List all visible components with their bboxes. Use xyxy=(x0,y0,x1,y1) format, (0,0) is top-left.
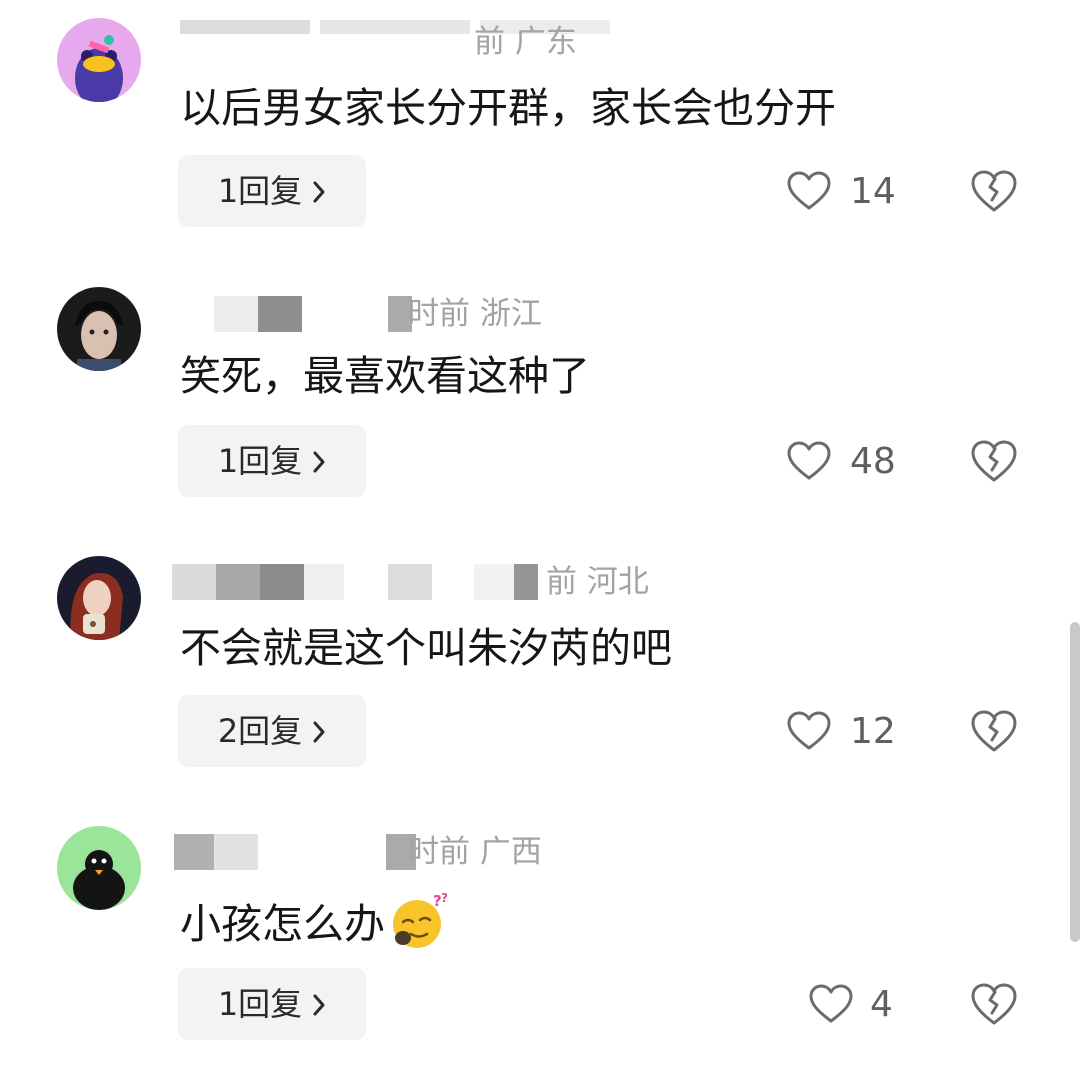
reply-label: 2回复 xyxy=(217,712,303,750)
heart-icon xyxy=(786,710,832,756)
reply-label: 1回复 xyxy=(217,172,303,210)
like-button[interactable]: 14 xyxy=(786,162,906,222)
comment-meta: 前 河北 xyxy=(172,560,700,604)
avatar[interactable] xyxy=(57,826,141,910)
reply-button[interactable]: 1回复 xyxy=(178,425,366,497)
comment-text: 以后男女家长分开群，家长会也分开 xyxy=(180,84,836,132)
comment-text: 不会就是这个叫朱汐芮的吧 xyxy=(180,624,672,672)
comment-text-content: 小孩怎么办 xyxy=(180,900,385,948)
comment-text: 小孩怎么办 ? ? xyxy=(180,890,453,948)
broken-heart-icon[interactable] xyxy=(970,168,1018,214)
chevron-right-icon xyxy=(312,970,326,1042)
redacted-username xyxy=(214,296,258,332)
avatar[interactable] xyxy=(57,18,141,102)
comment-item: 时前 广西 小孩怎么办 ? ? 1回复 4 xyxy=(0,810,1080,1080)
like-count: 14 xyxy=(850,171,896,212)
comment-time-location: 前 河北 xyxy=(546,564,649,600)
reply-button[interactable]: 1回复 xyxy=(178,968,366,1040)
redacted-username xyxy=(320,20,470,34)
comment-item: 前 广东 以后男女家长分开群，家长会也分开 1回复 14 xyxy=(0,0,1080,270)
sleepy-face-emoji: ? ? xyxy=(389,890,453,964)
comment-item: 时前 浙江 笑死，最喜欢看这种了 1回复 48 xyxy=(0,270,1080,540)
redacted-username xyxy=(258,296,302,332)
redacted-username xyxy=(174,834,214,870)
heart-icon xyxy=(786,170,832,216)
like-count: 4 xyxy=(870,984,893,1025)
like-button[interactable]: 12 xyxy=(786,702,906,762)
chevron-right-icon xyxy=(312,697,326,769)
broken-heart-icon[interactable] xyxy=(970,708,1018,754)
redacted-username xyxy=(216,564,260,600)
like-button[interactable]: 48 xyxy=(786,432,906,492)
chevron-right-icon xyxy=(312,157,326,229)
like-count: 12 xyxy=(850,711,896,752)
comment-meta: 时前 浙江 xyxy=(180,292,700,336)
comment-meta: 前 广东 xyxy=(180,20,700,64)
redacted-username xyxy=(304,564,344,600)
like-button[interactable]: 4 xyxy=(808,975,908,1035)
like-count: 48 xyxy=(850,441,896,482)
reply-label: 1回复 xyxy=(217,442,303,480)
avatar[interactable] xyxy=(57,287,141,371)
comment-time-location: 前 广东 xyxy=(474,24,577,60)
redacted-username xyxy=(214,834,258,870)
scrollbar[interactable] xyxy=(1070,622,1080,942)
redacted-username xyxy=(260,564,304,600)
comment-text: 笑死，最喜欢看这种了 xyxy=(180,352,590,400)
heart-icon xyxy=(786,440,832,486)
svg-text:?: ? xyxy=(441,891,448,905)
comment-meta: 时前 广西 xyxy=(174,830,700,874)
heart-icon xyxy=(808,983,854,1029)
redacted-username xyxy=(180,20,310,34)
reply-label: 1回复 xyxy=(217,985,303,1023)
comment-item: 前 河北 不会就是这个叫朱汐芮的吧 2回复 12 xyxy=(0,540,1080,810)
redacted-username xyxy=(514,564,538,600)
broken-heart-icon[interactable] xyxy=(970,981,1018,1027)
redacted-username xyxy=(172,564,216,600)
reply-button[interactable]: 1回复 xyxy=(178,155,366,227)
comment-time-location: 时前 广西 xyxy=(408,834,542,870)
broken-heart-icon[interactable] xyxy=(970,438,1018,484)
redacted-username xyxy=(388,564,432,600)
reply-button[interactable]: 2回复 xyxy=(178,695,366,767)
comment-time-location: 时前 浙江 xyxy=(408,296,542,332)
redacted-username xyxy=(474,564,514,600)
avatar[interactable] xyxy=(57,556,141,640)
chevron-right-icon xyxy=(312,427,326,499)
